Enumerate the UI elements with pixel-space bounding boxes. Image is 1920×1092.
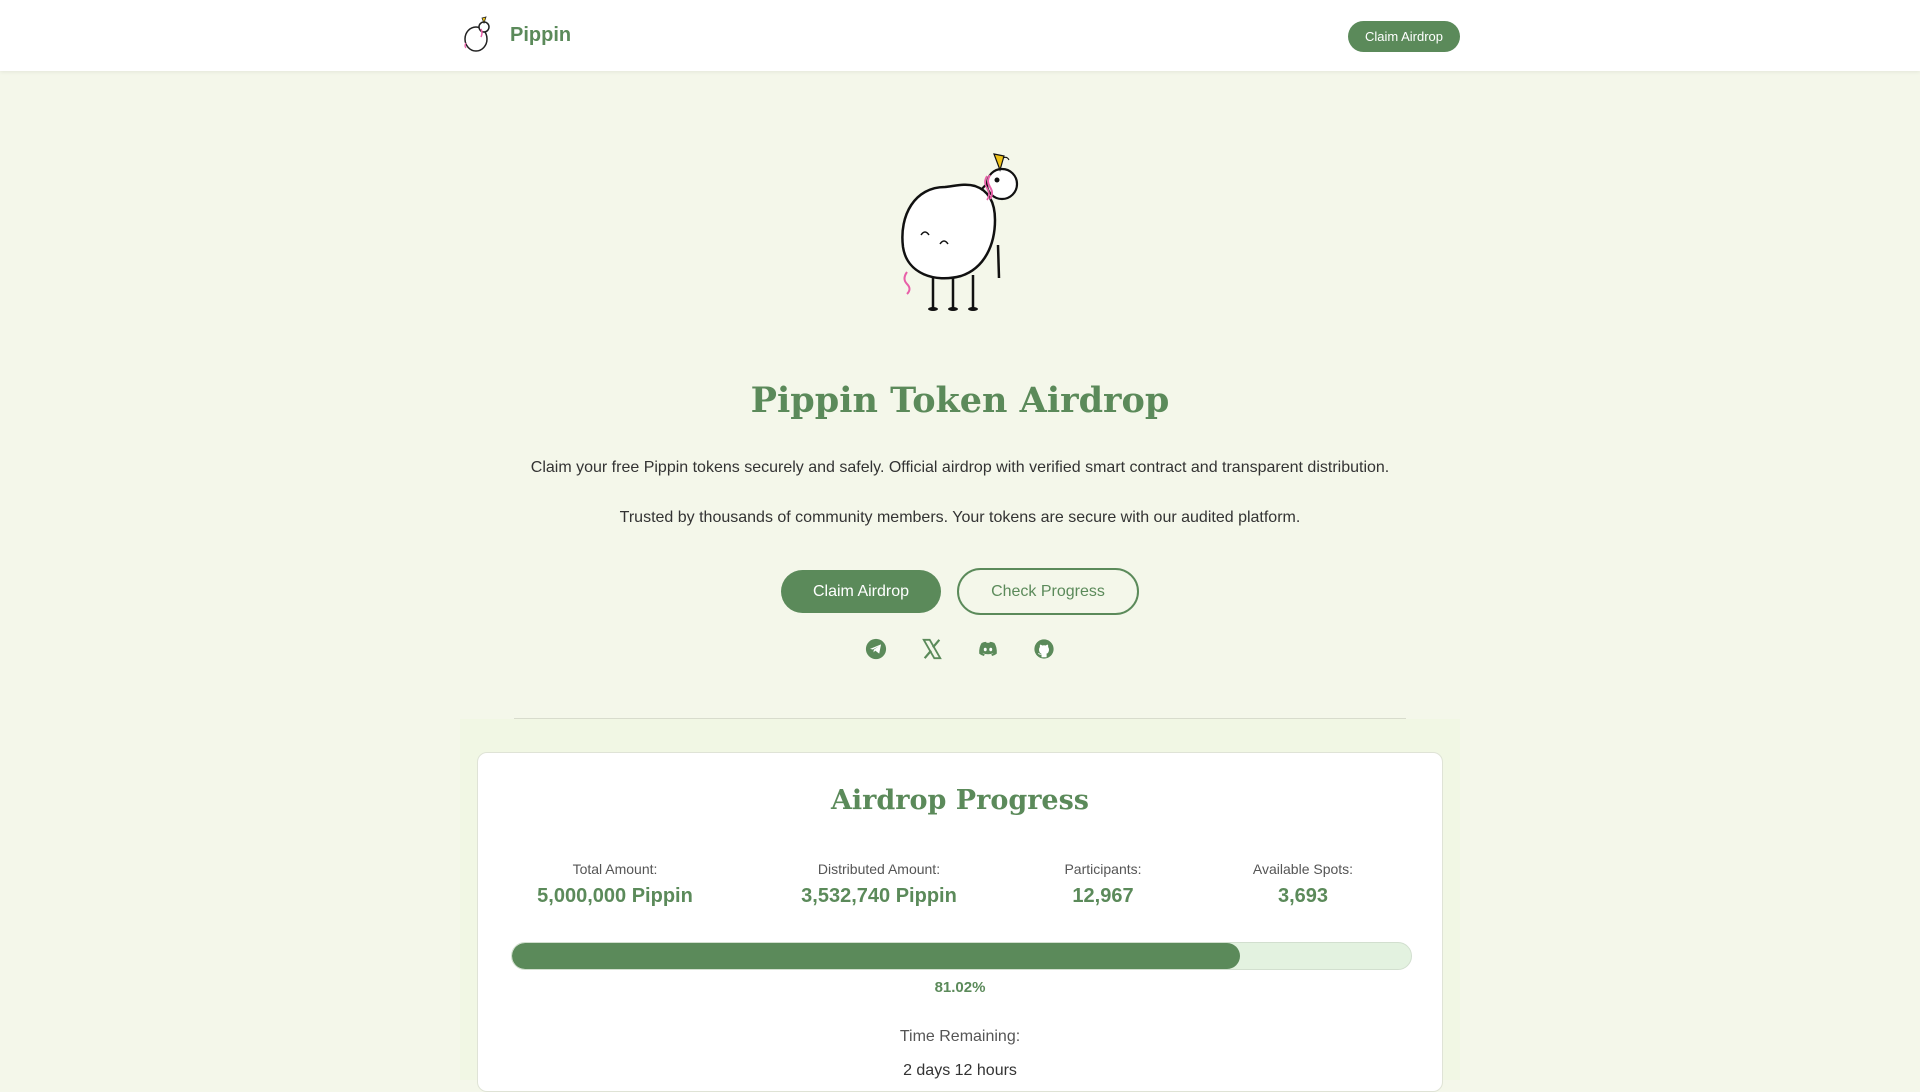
airdrop-progress-card: Airdrop Progress Total Amount: 5,000,000… bbox=[477, 752, 1443, 1092]
hero-description: Claim your free Pippin tokens securely a… bbox=[530, 459, 1390, 476]
claim-airdrop-button[interactable]: Claim Airdrop bbox=[781, 570, 941, 613]
nav-claim-airdrop-button[interactable]: Claim Airdrop bbox=[1348, 21, 1460, 52]
social-links bbox=[0, 638, 1920, 660]
stat-participants: Participants: 12,967 bbox=[1053, 861, 1153, 908]
navbar: Pippin Claim Airdrop bbox=[0, 0, 1920, 71]
stat-value: 3,532,740 Pippin bbox=[801, 885, 957, 907]
progress-bar-fill bbox=[512, 943, 1241, 969]
time-remaining-value: 2 days 12 hours bbox=[903, 1062, 1017, 1079]
stat-distributed-amount: Distributed Amount: 3,532,740 Pippin bbox=[769, 861, 989, 908]
github-icon[interactable] bbox=[1033, 638, 1055, 660]
stat-total-amount: Total Amount: 5,000,000 Pippin bbox=[515, 861, 715, 908]
pippin-mascot-image bbox=[901, 153, 1019, 311]
brand-name: Pippin bbox=[510, 23, 572, 46]
brand[interactable]: Pippin bbox=[460, 15, 571, 55]
pippin-logo-icon bbox=[464, 16, 490, 52]
stat-label: Participants: bbox=[1064, 861, 1142, 877]
progress-title: Airdrop Progress bbox=[830, 785, 1090, 816]
time-remaining-label: Time Remaining: bbox=[899, 1028, 1021, 1045]
progress-percentage: 81.02% bbox=[934, 979, 986, 996]
stat-value: 12,967 bbox=[1072, 885, 1134, 907]
hero-trust-text: Trusted by thousands of community member… bbox=[619, 509, 1301, 526]
check-progress-button[interactable]: Check Progress bbox=[957, 568, 1139, 615]
x-icon[interactable] bbox=[921, 638, 943, 660]
hero-title: Pippin Token Airdrop bbox=[750, 380, 1170, 421]
stat-available-spots: Available Spots: 3,693 bbox=[1238, 861, 1368, 908]
progress-bar bbox=[511, 942, 1412, 970]
stat-label: Total Amount: bbox=[572, 861, 658, 877]
stat-label: Distributed Amount: bbox=[817, 861, 941, 877]
telegram-icon[interactable] bbox=[865, 638, 887, 660]
stat-value: 3,693 bbox=[1277, 885, 1329, 907]
stat-label: Available Spots: bbox=[1252, 861, 1354, 877]
stat-value: 5,000,000 Pippin bbox=[537, 885, 693, 907]
discord-icon[interactable] bbox=[977, 638, 999, 660]
